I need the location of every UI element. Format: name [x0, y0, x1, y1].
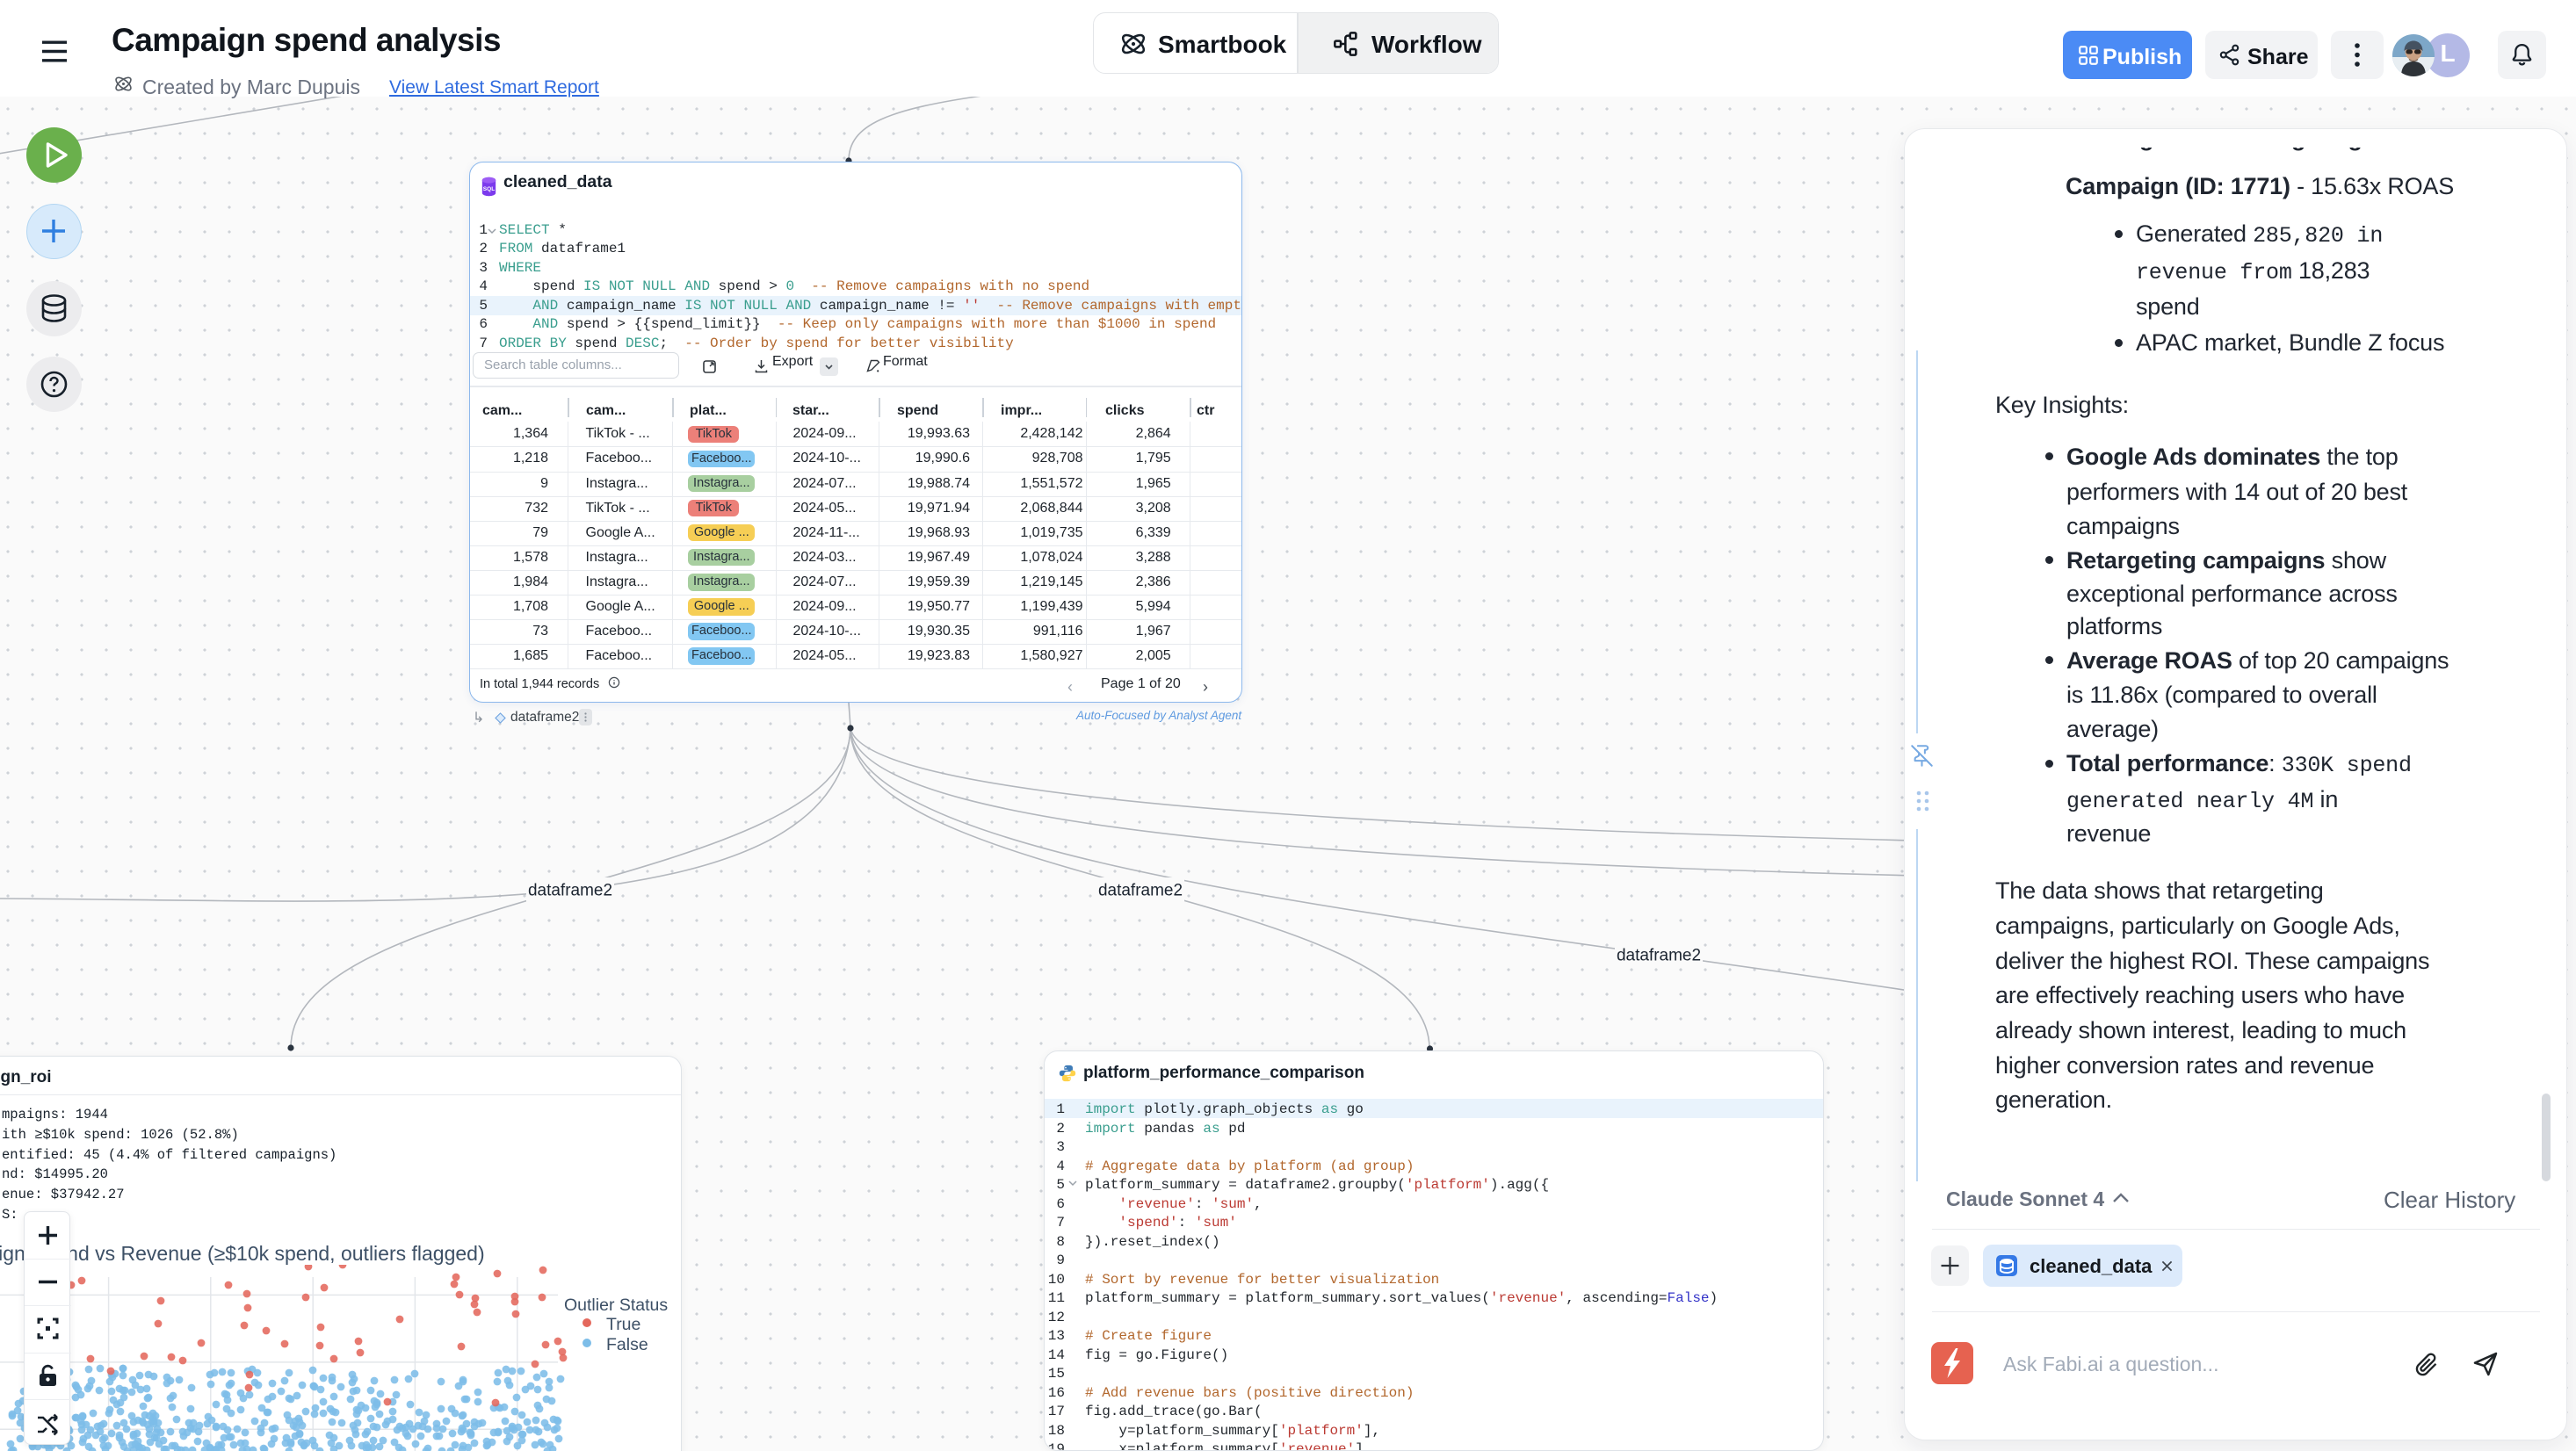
- svg-text:dataframe2: dataframe2: [1098, 882, 1183, 900]
- svg-text:dataframe2: dataframe2: [1617, 947, 1701, 965]
- svg-text:True: True: [606, 1315, 640, 1334]
- svg-text:SQL: SQL: [483, 186, 495, 192]
- svg-text:False: False: [606, 1335, 648, 1354]
- svg-text:Outlier Status: Outlier Status: [564, 1296, 668, 1315]
- svg-text:dataframe2: dataframe2: [528, 882, 612, 900]
